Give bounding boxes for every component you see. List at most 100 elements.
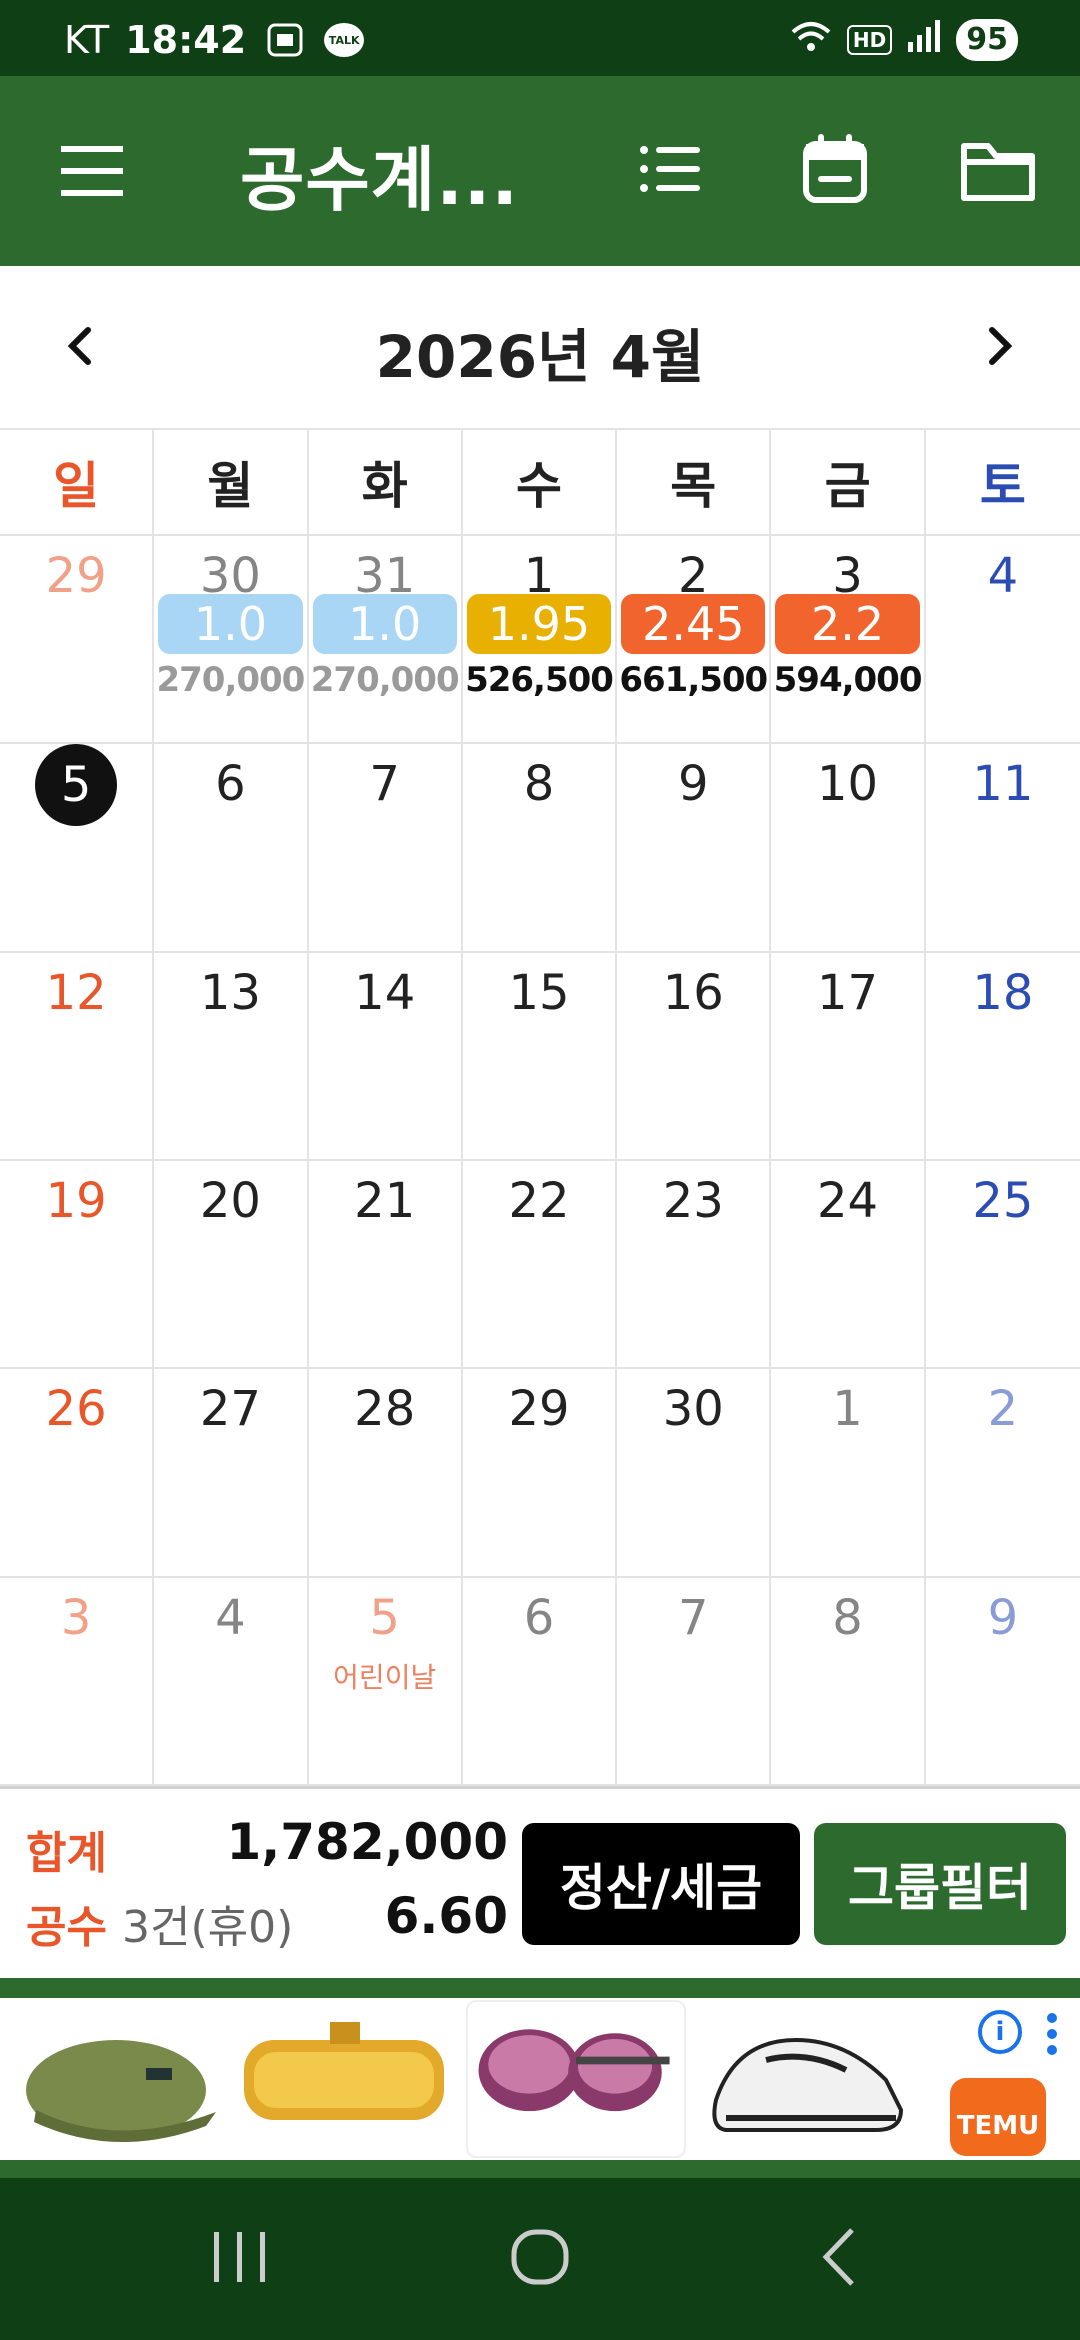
calendar-day-cell[interactable]: 16	[617, 952, 772, 1161]
calendar-day-cell[interactable]: 22	[462, 1160, 618, 1370]
day-number: 5	[369, 1589, 400, 1646]
calendar-day-cell[interactable]: 1	[771, 1369, 926, 1578]
calendar-day-cell[interactable]: 11	[925, 744, 1080, 953]
wifi-icon	[789, 18, 833, 61]
calendar-day-cell[interactable]: 3	[0, 1577, 155, 1786]
work-units-badge[interactable]: 2.2	[775, 594, 920, 654]
ad-more-icon[interactable]	[1044, 2012, 1060, 2056]
calendar-day-cell[interactable]: 28	[308, 1369, 463, 1578]
calendar-day-cell[interactable]: 12	[0, 952, 155, 1161]
ad-product-bracelet[interactable]	[234, 2000, 454, 2158]
list-view-button[interactable]	[632, 134, 712, 204]
day-number: 12	[45, 964, 107, 1021]
work-units-badge[interactable]: 1.95	[466, 594, 612, 654]
calendar-day-cell[interactable]: 15	[462, 952, 618, 1161]
count-detail: 3건(휴0)	[122, 1902, 294, 1953]
today-day-number: 5	[0, 744, 152, 827]
day-number: 8	[523, 756, 555, 813]
holiday-label: 어린이날	[333, 1660, 437, 1694]
weekday-sat: 토	[979, 457, 1026, 515]
calendar-day-cell[interactable]: 30	[617, 1369, 772, 1578]
day-number: 2	[987, 1381, 1019, 1438]
ad-banner[interactable]: i TEMU	[0, 1978, 1080, 2178]
home-icon	[511, 2229, 569, 2285]
calendar-day-cell[interactable]: 24	[771, 1160, 926, 1370]
screenshot-icon	[266, 22, 304, 58]
calendar-day-cell[interactable]: 30 1.0 270,000	[154, 536, 309, 745]
calendar-day-cell[interactable]: 19	[0, 1160, 155, 1370]
folder-button[interactable]	[956, 132, 1040, 208]
carrier-label: KT	[64, 18, 110, 62]
calendar-day-cell[interactable]: 23	[617, 1160, 772, 1370]
status-left: KT 18:42 TALK	[64, 18, 365, 62]
calendar-day-cell[interactable]: 2	[925, 1369, 1080, 1578]
back-button[interactable]	[800, 2222, 880, 2292]
ad-product-cap[interactable]	[6, 2000, 226, 2158]
kakaotalk-icon: TALK	[324, 23, 365, 57]
calendar-day-cell[interactable]: 8	[462, 744, 618, 953]
menu-button[interactable]	[55, 136, 135, 206]
ad-product-sneakers[interactable]	[696, 2000, 916, 2158]
day-number: 25	[972, 1172, 1034, 1229]
calendar-day-cell[interactable]: 31 1.0 270,000	[308, 536, 463, 745]
daily-amount: 526,500	[465, 660, 614, 700]
home-button[interactable]	[500, 2222, 580, 2292]
calendar-day-cell[interactable]: 27	[154, 1369, 309, 1578]
group-filter-button[interactable]: 그룹필터	[814, 1823, 1066, 1945]
calendar-day-cell[interactable]: 21	[308, 1160, 463, 1370]
day-number: 1	[832, 1381, 863, 1438]
calendar-day-cell[interactable]: 25	[925, 1161, 1080, 1370]
calendar-day-cell[interactable]: 7	[617, 1577, 772, 1786]
calendar-day-cell[interactable]: 13	[154, 952, 309, 1161]
weekday-wed: 수	[463, 430, 618, 534]
temu-logo[interactable]: TEMU	[950, 2078, 1046, 2156]
calendar-day-cell[interactable]: 5	[0, 744, 155, 953]
calendar-day-cell[interactable]: 9	[617, 744, 772, 953]
calendar-day-cell[interactable]: 29	[462, 1369, 618, 1578]
calendar-day-cell[interactable]: 14	[308, 952, 463, 1161]
month-header: 2026년 4월	[0, 266, 1080, 428]
calendar-day-cell[interactable]: 4	[154, 1577, 309, 1786]
count-value: 6.60	[384, 1887, 508, 1945]
calendar-day-cell[interactable]: 5 어린이날	[308, 1577, 463, 1786]
app-title: 공수계...	[240, 139, 519, 221]
calendar-day-cell[interactable]: 18	[925, 953, 1080, 1161]
calendar-day-cell[interactable]: 4	[925, 536, 1080, 745]
calendar-day-cell[interactable]: 3 2.2 594,000	[771, 536, 926, 745]
count-label: 공수	[26, 1902, 107, 1953]
calendar-day-cell[interactable]: 9	[925, 1578, 1080, 1786]
day-number: 23	[662, 1172, 724, 1229]
ad-info-icon[interactable]: i	[978, 2010, 1022, 2054]
recent-apps-button[interactable]	[200, 2222, 280, 2292]
calendar-day-cell[interactable]: 1 1.95 526,500	[462, 536, 618, 745]
calendar-day-cell[interactable]: 20	[154, 1160, 309, 1370]
app-bar: 공수계...	[0, 76, 1080, 266]
calendar-day-cell[interactable]: 10	[771, 744, 926, 953]
ad-content[interactable]: i TEMU	[0, 1998, 1080, 2160]
ad-product-sunglasses[interactable]	[466, 2000, 686, 2158]
day-number: 4	[215, 1589, 246, 1646]
settlement-tax-button[interactable]: 정산/세금	[522, 1823, 800, 1945]
weekday-mon: 월	[154, 430, 309, 534]
calendar-day-cell[interactable]: 8	[771, 1577, 926, 1786]
calendar-view-button[interactable]	[796, 128, 876, 208]
month-title[interactable]: 2026년 4월	[0, 310, 1080, 394]
work-units-badge[interactable]: 2.45	[621, 594, 766, 654]
calendar-day-cell[interactable]: 29	[0, 536, 155, 745]
work-units-badge[interactable]: 1.0	[158, 594, 303, 654]
status-bar: KT 18:42 TALK HD 95	[0, 0, 1080, 76]
summary-bar: 합계 1,782,000 공수 3건(휴0) 6.60 정산/세금 그룹필터	[0, 1786, 1080, 1978]
folder-icon	[961, 143, 1035, 201]
calendar-day-cell[interactable]: 7	[308, 744, 463, 953]
calendar-day-cell[interactable]: 2 2.45 661,500	[617, 536, 772, 745]
calendar-day-cell[interactable]: 6	[154, 744, 309, 953]
total-value: 1,782,000	[226, 1813, 508, 1871]
day-number: 29	[45, 548, 107, 604]
calendar-day-cell[interactable]: 6	[462, 1577, 618, 1786]
work-units-badge[interactable]: 1.0	[312, 594, 457, 654]
day-number: 8	[832, 1589, 863, 1646]
next-month-button[interactable]	[974, 316, 1024, 376]
calendar-day-cell[interactable]: 17	[771, 952, 926, 1161]
calendar-day-cell[interactable]: 26	[0, 1369, 155, 1578]
day-number: 3	[60, 1589, 92, 1646]
